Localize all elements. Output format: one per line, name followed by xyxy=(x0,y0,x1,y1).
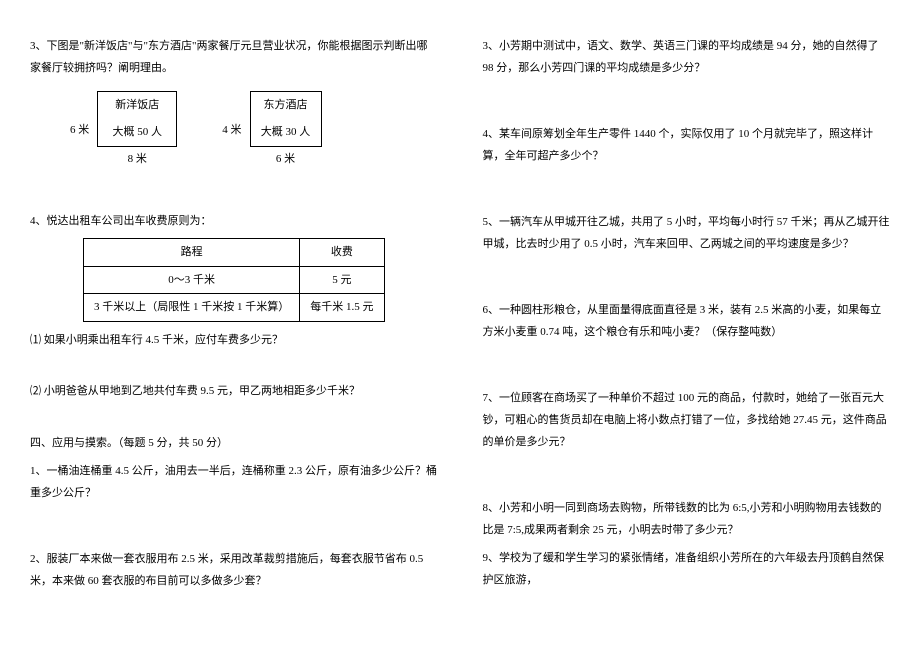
right-q6: 6、一种圆柱形粮仓，从里面量得底面直径是 3 米，装有 2.5 米高的小麦，如果… xyxy=(483,299,891,343)
rest2-width: 6 米 xyxy=(250,149,322,170)
right-q3: 3、小芳期中测试中，语文、数学、英语三门课的平均成绩是 94 分，她的自然得了 … xyxy=(483,35,891,79)
right-q9: 9、学校为了缓和学生学习的紧张情绪，准备组织小芳所在的六年级去丹顶鹤自然保护区旅… xyxy=(483,547,891,591)
q4-text: 4、悦达出租车公司出车收费原则为： xyxy=(30,210,438,232)
rest1-frame: 新洋饭店 大概 50 人 xyxy=(97,91,177,147)
q4-sub2: ⑵ 小明爸爸从甲地到乙地共付车费 9.5 元，甲乙两地相距多少千米？ xyxy=(30,381,438,402)
fare-table: 路程 收费 0～3 千米 5 元 3 千米以上（局限性 1 千米按 1 千米算）… xyxy=(83,238,385,323)
rest1-cap: 大概 50 人 xyxy=(98,119,176,146)
right-column: 3、小芳期中测试中，语文、数学、英语三门课的平均成绩是 94 分，她的自然得了 … xyxy=(483,35,891,592)
right-q7: 7、一位顾客在商场买了一种单价不超过 100 元的商品，付款时，她给了一张百元大… xyxy=(483,387,891,453)
table-row: 路程 收费 xyxy=(84,238,385,266)
rest2-name: 东方酒店 xyxy=(251,92,321,119)
rest1-name: 新洋饭店 xyxy=(98,92,176,119)
rest1-width: 8 米 xyxy=(97,149,177,170)
fare-r1c1: 0～3 千米 xyxy=(84,266,300,294)
right-q5: 5、一辆汽车从甲城开往乙城，共用了 5 小时，平均每小时行 57 千米；再从乙城… xyxy=(483,211,891,255)
restaurant-1: 6 米 新洋饭店 大概 50 人 8 米 xyxy=(70,91,177,170)
rest2-frame: 东方酒店 大概 30 人 xyxy=(250,91,322,147)
table-row: 3 千米以上（局限性 1 千米按 1 千米算） 每千米 1.5 元 xyxy=(84,294,385,322)
left-column: 3、下图是"新洋饭店"与"东方酒店"两家餐厅元旦营业状况，你能根据图示判断出哪家… xyxy=(30,35,438,592)
document-page: 3、下图是"新洋饭店"与"东方酒店"两家餐厅元旦营业状况，你能根据图示判断出哪家… xyxy=(0,0,920,627)
q4-sub1: ⑴ 如果小明乘出租车行 4.5 千米，应付车费多少元？ xyxy=(30,330,438,351)
q3-text: 3、下图是"新洋饭店"与"东方酒店"两家餐厅元旦营业状况，你能根据图示判断出哪家… xyxy=(30,35,438,79)
section-4: 四、应用与摸索。（每题 5 分，共 50 分） 1、一桶油连桶重 4.5 公斤，… xyxy=(30,432,438,592)
section4-q2: 2、服装厂本来做一套衣服用布 2.5 米，采用改革裁剪措施后，每套衣服节省布 0… xyxy=(30,548,438,592)
fare-header-route: 路程 xyxy=(84,238,300,266)
rest1-height: 6 米 xyxy=(70,120,89,141)
rest2-height: 4 米 xyxy=(222,120,241,141)
rest2-cap: 大概 30 人 xyxy=(251,119,321,146)
fare-r1c2: 5 元 xyxy=(300,266,384,294)
restaurant-diagram: 6 米 新洋饭店 大概 50 人 8 米 4 米 东方酒店 大概 xyxy=(70,91,438,170)
right-q4: 4、某车间原筹划全年生产零件 1440 个，实际仅用了 10 个月就完毕了，照这… xyxy=(483,123,891,167)
left-q4: 4、悦达出租车公司出车收费原则为： 路程 收费 0～3 千米 5 元 3 千米以… xyxy=(30,210,438,402)
section4-q1: 1、一桶油连桶重 4.5 公斤，油用去一半后，连桶称重 2.3 公斤，原有油多少… xyxy=(30,460,438,504)
restaurant-2: 4 米 东方酒店 大概 30 人 6 米 xyxy=(222,91,321,170)
fare-r2c1: 3 千米以上（局限性 1 千米按 1 千米算） xyxy=(84,294,300,322)
fare-header-cost: 收费 xyxy=(300,238,384,266)
left-q3: 3、下图是"新洋饭店"与"东方酒店"两家餐厅元旦营业状况，你能根据图示判断出哪家… xyxy=(30,35,438,170)
fare-r2c2: 每千米 1.5 元 xyxy=(300,294,384,322)
section4-title: 四、应用与摸索。（每题 5 分，共 50 分） xyxy=(30,432,438,454)
table-row: 0～3 千米 5 元 xyxy=(84,266,385,294)
right-q8: 8、小芳和小明一同到商场去购物，所带钱数的比为 6:5,小芳和小明购物用去钱数的… xyxy=(483,497,891,541)
